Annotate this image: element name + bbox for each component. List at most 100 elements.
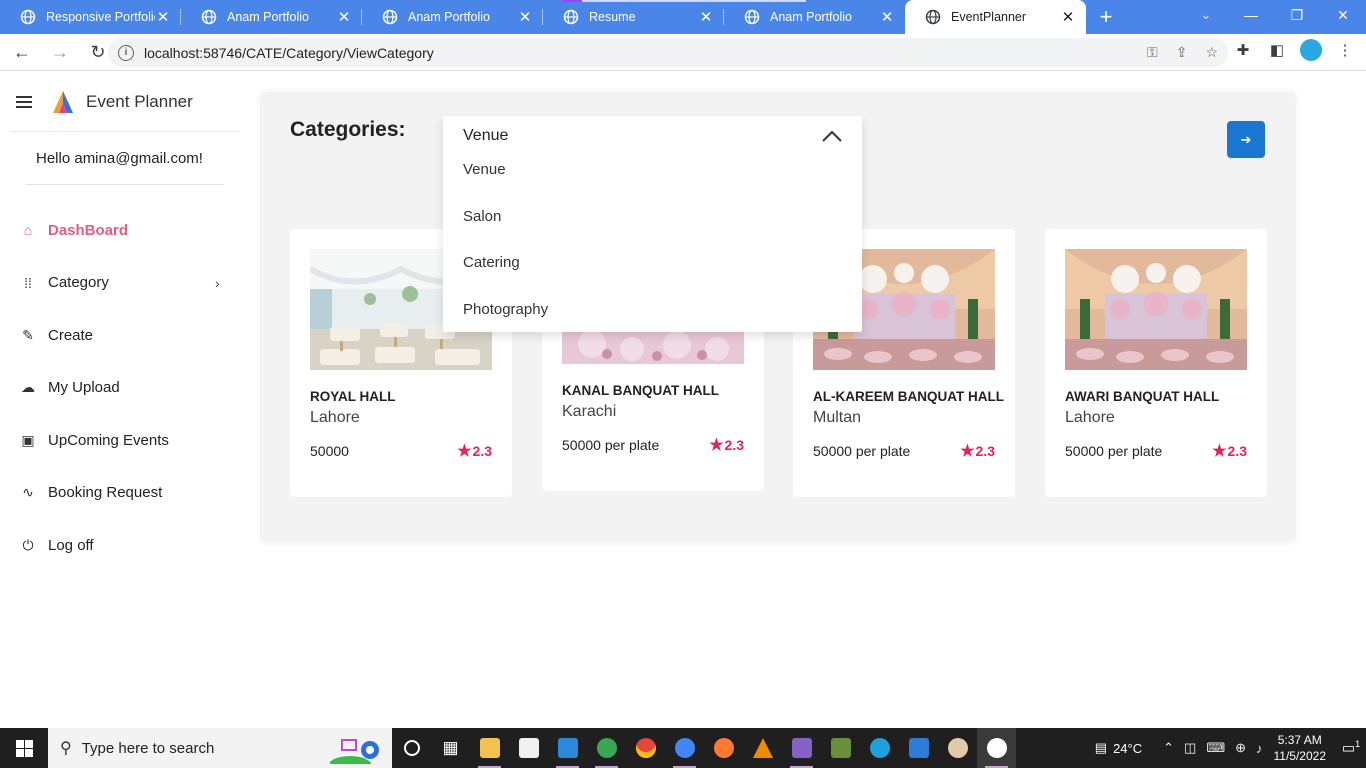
chevron-up-icon[interactable]: ⌃ xyxy=(1163,740,1174,756)
tab-title: Resume xyxy=(589,10,636,24)
sidebar-item-my-upload[interactable]: ☁ My Upload xyxy=(0,362,250,415)
venue-price: 50000 per plate xyxy=(562,437,660,453)
dropdown-option[interactable]: Venue xyxy=(463,161,506,178)
search-placeholder: Type here to search xyxy=(81,739,215,757)
share-icon[interactable]: ⇪ xyxy=(1176,44,1188,61)
tools-icon[interactable] xyxy=(821,728,860,768)
tab-search-chevron-icon[interactable]: ⌄ xyxy=(1192,0,1220,30)
paint-icon[interactable] xyxy=(938,728,977,768)
task-view-icon[interactable] xyxy=(392,728,431,768)
key-icon[interactable]: ⚿ xyxy=(1147,44,1158,61)
sidebar-item-create[interactable]: ✎ Create xyxy=(0,309,250,362)
meet-now-icon[interactable]: ◫ xyxy=(1184,740,1196,756)
vscode-icon[interactable] xyxy=(548,728,587,768)
vlc-icon[interactable] xyxy=(743,728,782,768)
venue-name: AWARI BANQUAT HALL xyxy=(1065,389,1220,404)
extensions-puzzle-icon[interactable]: ✚ xyxy=(1232,39,1254,61)
sidebar-item-category[interactable]: ⁞⁞ Category › xyxy=(0,257,250,310)
hamburger-menu-icon[interactable] xyxy=(16,93,32,111)
sidebar-item-label: Create xyxy=(48,326,94,344)
snip-app-icon[interactable] xyxy=(977,728,1016,768)
start-button[interactable] xyxy=(0,728,48,768)
volume-icon[interactable]: ♪ xyxy=(1256,741,1263,756)
photos-icon[interactable] xyxy=(899,728,938,768)
chevron-right-icon: › xyxy=(215,274,220,291)
category-select-value[interactable]: Venue xyxy=(463,127,508,145)
close-icon[interactable]: ✕ xyxy=(1060,8,1076,26)
side-panel-icon[interactable]: ◧ xyxy=(1266,39,1288,61)
microsoft-store-icon[interactable] xyxy=(509,728,548,768)
notification-center[interactable]: ▭1 xyxy=(1336,739,1366,757)
network-icon[interactable]: ⊕ xyxy=(1235,740,1246,756)
tab-title: EventPlanner xyxy=(951,10,1027,24)
browser-tab[interactable]: Anam Portfolio ✕ xyxy=(724,0,905,34)
weather-widget[interactable]: ▤ 24°C xyxy=(1095,740,1142,756)
close-icon[interactable]: ✕ xyxy=(517,8,533,26)
close-icon[interactable]: ✕ xyxy=(879,8,895,26)
browser-tab[interactable]: Responsive Portfolio W ✕ xyxy=(0,0,181,34)
clock[interactable]: 5:37 AM 11/5/2022 xyxy=(1274,732,1327,764)
forward-arrow-icon[interactable]: → xyxy=(44,36,76,68)
taskbar-search-box[interactable]: ⚲ Type here to search xyxy=(48,728,392,768)
dropdown-option[interactable]: Salon xyxy=(463,208,501,225)
input-method-icon[interactable]: ⌨ xyxy=(1206,740,1225,756)
browser-tab[interactable]: Anam Portfolio ✕ xyxy=(181,0,362,34)
sidebar-item-label: Booking Request xyxy=(48,484,163,502)
window-close-icon[interactable]: ✕ xyxy=(1320,0,1366,30)
close-icon[interactable]: ✕ xyxy=(698,8,714,26)
browser-toolbar: ← → ↻ i localhost:58746/CATE/Category/Vi… xyxy=(0,34,1366,71)
bookmark-star-icon[interactable]: ☆ xyxy=(1205,44,1218,61)
browser-tab[interactable]: Resume ✕ xyxy=(543,0,724,34)
venue-name: ROYAL HALL xyxy=(310,389,396,404)
arrow-right-icon: ➔ xyxy=(1240,131,1252,147)
globe-icon xyxy=(20,9,36,25)
sublime-icon[interactable] xyxy=(704,728,743,768)
venue-card[interactable]: AWARI BANQUAT HALL Lahore 50000 per plat… xyxy=(1045,229,1267,497)
restore-icon[interactable]: ❐ xyxy=(1274,0,1320,30)
pen-icon: ✎ xyxy=(22,326,34,343)
profile-avatar[interactable] xyxy=(1300,39,1322,61)
site-info-icon[interactable]: i xyxy=(118,44,134,61)
browser-tab-active[interactable]: EventPlanner ✕ xyxy=(905,0,1086,34)
chevron-up-icon[interactable] xyxy=(822,130,842,142)
power-icon: ⏻ xyxy=(22,536,34,553)
address-bar[interactable]: i localhost:58746/CATE/Category/ViewCate… xyxy=(108,38,1228,67)
sidebar-item-dashboard[interactable]: ⌂ DashBoard xyxy=(0,204,250,257)
menu-kebab-icon[interactable]: ⋮ xyxy=(1334,39,1356,61)
date: 11/5/2022 xyxy=(1273,749,1327,763)
close-icon[interactable]: ✕ xyxy=(155,8,171,26)
dropdown-option[interactable]: Photography xyxy=(463,301,548,318)
close-icon[interactable]: ✕ xyxy=(336,8,352,26)
sidebar-item-upcoming-events[interactable]: ▣ UpComing Events xyxy=(0,414,250,467)
back-arrow-icon[interactable]: ← xyxy=(6,36,38,68)
time: 5:37 AM xyxy=(1277,733,1322,747)
widgets-icon[interactable]: ▦ xyxy=(431,728,470,768)
chrome-profile-icon[interactable] xyxy=(587,728,626,768)
globe-icon xyxy=(201,9,217,25)
new-tab-button[interactable]: + xyxy=(1086,0,1126,34)
weather-icon: ▤ xyxy=(1094,740,1108,755)
divider xyxy=(26,184,224,185)
sidebar-item-booking-request[interactable]: ∿ Booking Request xyxy=(0,467,250,520)
venue-price: 50000 per plate xyxy=(813,443,911,459)
tab-title: Anam Portfolio xyxy=(227,10,309,24)
chrome-alt-icon[interactable] xyxy=(665,728,704,768)
sidebar-item-log-off[interactable]: ⏻ Log off xyxy=(0,519,250,572)
sidebar: Event Planner Hello amina@gmail.com! ⌂ D… xyxy=(0,72,250,728)
browser-tab[interactable]: Anam Portfolio ✕ xyxy=(362,0,543,34)
dropdown-option[interactable]: Catering xyxy=(463,254,520,271)
edge-icon[interactable] xyxy=(860,728,899,768)
venue-price: 50000 per plate xyxy=(1065,443,1163,459)
brand-header: Event Planner xyxy=(10,72,240,132)
sidebar-item-label: Category xyxy=(48,274,109,292)
category-select[interactable]: Venue Venue Salon Catering Photography xyxy=(443,116,862,332)
file-explorer-icon[interactable] xyxy=(470,728,509,768)
star-icon: ★ xyxy=(960,443,975,460)
globe-icon xyxy=(925,9,941,25)
visual-studio-icon[interactable] xyxy=(782,728,821,768)
temperature: 24°C xyxy=(1113,740,1143,756)
notification-icon: ▭ xyxy=(1341,739,1356,756)
chrome-icon[interactable] xyxy=(626,728,665,768)
submit-arrow-button[interactable]: ➔ xyxy=(1227,121,1265,158)
minimize-icon[interactable]: — xyxy=(1228,0,1274,30)
